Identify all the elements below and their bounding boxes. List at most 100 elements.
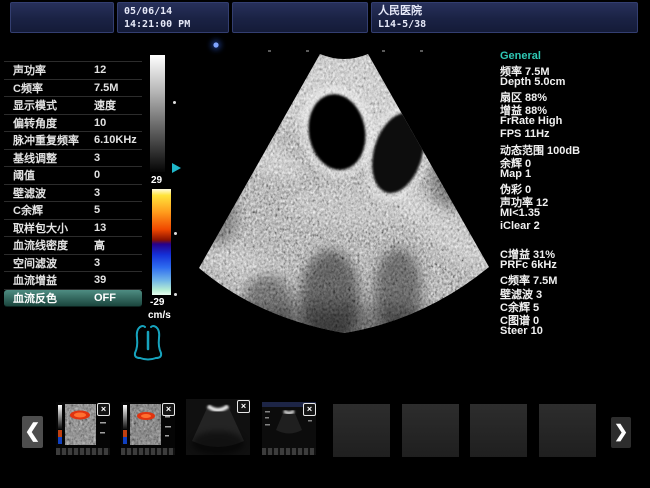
hospital-box: 人民医院 L14-5/38 xyxy=(371,2,638,33)
info-line: 动态范围 100dB xyxy=(500,142,650,155)
param-label: 血流反色 xyxy=(13,290,57,306)
info-line: FPS 11Hz xyxy=(500,128,650,141)
param-row-line-density[interactable]: 血流线密度 高 xyxy=(4,237,142,255)
param-label: C频率 xyxy=(13,80,43,96)
thumbnail-slot-empty xyxy=(470,404,527,457)
gray-map-bar xyxy=(150,55,165,172)
info-line: C频率 7.5M xyxy=(500,272,650,285)
velocity-scale-max: 29 xyxy=(151,175,162,186)
info-line: PRFc 6kHz xyxy=(500,259,650,272)
param-row-steer-angle[interactable]: 偏转角度 10 xyxy=(4,115,142,133)
cine-strip xyxy=(262,448,316,455)
next-thumbnails-button[interactable]: ❯ xyxy=(611,417,631,448)
param-row-c-frequency[interactable]: C频率 7.5M xyxy=(4,80,142,98)
param-row-baseline[interactable]: 基线调整 3 xyxy=(4,150,142,168)
focus-marker-dot xyxy=(174,293,177,296)
param-label: 取样包大小 xyxy=(13,220,68,236)
time-text: 14:21:00 PM xyxy=(118,18,228,31)
param-row-threshold[interactable]: 阈值 0 xyxy=(4,167,142,185)
param-value: 3 xyxy=(94,257,100,269)
probe-model: L14-5/38 xyxy=(372,18,637,31)
thumbnail-slot-empty xyxy=(539,404,596,457)
info-panel-header: General xyxy=(500,50,650,63)
cine-strip xyxy=(56,448,110,455)
thumbnail-doppler-1[interactable]: × xyxy=(56,402,110,448)
info-line: 伪彩 0 xyxy=(500,181,650,194)
parameter-sidebar: 声功率 12 C频率 7.5M 显示模式 速度 偏转角度 10 脉冲重复频率 6… xyxy=(4,61,142,307)
velocity-scale-unit: cm/s xyxy=(148,310,171,321)
param-row-acoustic-power[interactable]: 声功率 12 xyxy=(4,62,142,80)
param-label: 壁滤波 xyxy=(13,185,46,201)
info-line: C图谱 0 xyxy=(500,312,650,325)
thumbnail-slot-empty xyxy=(333,404,390,457)
param-row-color-gain[interactable]: 血流增益 39 xyxy=(4,272,142,290)
info-line: C余辉 5 xyxy=(500,299,650,312)
thumbnail-doppler-2[interactable]: × xyxy=(121,402,175,448)
hospital-name: 人民医院 xyxy=(372,3,637,18)
prev-thumbnails-button[interactable]: ❮ xyxy=(22,416,43,448)
param-row-color-invert-selected[interactable]: 血流反色 OFF xyxy=(4,290,142,308)
param-label: 基线调整 xyxy=(13,150,57,166)
gray-map-marker-icon xyxy=(172,163,181,173)
info-line: 频率 7.5M xyxy=(500,63,650,76)
param-label: 血流线密度 xyxy=(13,237,68,253)
probe-orientation-dot xyxy=(211,40,221,50)
param-value: 3 xyxy=(94,187,100,199)
thumbnail-bmode-4[interactable]: × xyxy=(262,402,316,448)
param-row-packet-size[interactable]: 取样包大小 13 xyxy=(4,220,142,238)
logo-box xyxy=(10,2,114,33)
cine-strip xyxy=(121,448,175,455)
info-line: iClear 2 xyxy=(500,220,650,233)
param-label: 脉冲重复频率 xyxy=(13,132,79,148)
info-line: 增益 88% xyxy=(500,102,650,115)
param-value: 6.10KHz xyxy=(94,134,137,146)
focus-marker-dot xyxy=(173,101,176,104)
close-icon[interactable]: × xyxy=(97,403,110,416)
param-row-display-mode[interactable]: 显示模式 速度 xyxy=(4,97,142,115)
thumbnail-bmode-3[interactable]: × xyxy=(186,399,250,455)
thumbnail-slot-empty xyxy=(402,404,459,457)
param-label: 空间滤波 xyxy=(13,255,57,271)
info-line: FrRate High xyxy=(500,115,650,128)
close-icon[interactable]: × xyxy=(162,403,175,416)
param-value: 39 xyxy=(94,274,106,286)
param-value: 12 xyxy=(94,64,106,76)
info-line: C增益 31% xyxy=(500,246,650,259)
param-label: 血流增益 xyxy=(13,272,57,288)
image-info-panel: General 频率 7.5M Depth 5.0cm 扇区 88% 增益 88… xyxy=(500,50,650,338)
param-label: 阈值 xyxy=(13,167,35,183)
param-value: 10 xyxy=(94,117,106,129)
ultrasound-console-screen: 05/06/14 14:21:00 PM 人民医院 L14-5/38 声功率 1… xyxy=(0,0,650,488)
param-row-spatial-filter[interactable]: 空间滤波 3 xyxy=(4,255,142,273)
sector-scan-area xyxy=(185,35,500,340)
ruler-ticks xyxy=(268,50,423,52)
param-label: C余辉 xyxy=(13,202,43,218)
focus-marker-dot xyxy=(174,232,177,235)
param-value: 高 xyxy=(94,237,105,253)
ultrasound-image-canvas[interactable] xyxy=(185,35,500,340)
param-value: 0 xyxy=(94,169,100,181)
info-line: 声功率 12 xyxy=(500,194,650,207)
date-text: 05/06/14 xyxy=(118,3,228,18)
param-value: 7.5M xyxy=(94,82,118,94)
info-line: MI<1.35 xyxy=(500,207,650,220)
info-line: Map 1 xyxy=(500,168,650,181)
close-icon[interactable]: × xyxy=(303,403,316,416)
param-row-wall-filter[interactable]: 壁滤波 3 xyxy=(4,185,142,203)
info-line: Depth 5.0cm xyxy=(500,76,650,89)
body-marker-icon[interactable] xyxy=(131,322,165,367)
param-label: 显示模式 xyxy=(13,97,57,113)
param-label: 偏转角度 xyxy=(13,115,57,131)
param-value: OFF xyxy=(94,292,116,304)
patient-info-box xyxy=(232,2,368,33)
info-line: 壁滤波 3 xyxy=(500,286,650,299)
info-line: Steer 10 xyxy=(500,325,650,338)
info-line: 扇区 88% xyxy=(500,89,650,102)
param-value: 13 xyxy=(94,222,106,234)
param-row-c-persistence[interactable]: C余辉 5 xyxy=(4,202,142,220)
close-icon[interactable]: × xyxy=(237,400,250,413)
param-row-prf[interactable]: 脉冲重复频率 6.10KHz xyxy=(4,132,142,150)
param-value: 3 xyxy=(94,152,100,164)
param-value: 5 xyxy=(94,204,100,216)
param-label: 声功率 xyxy=(13,62,46,78)
